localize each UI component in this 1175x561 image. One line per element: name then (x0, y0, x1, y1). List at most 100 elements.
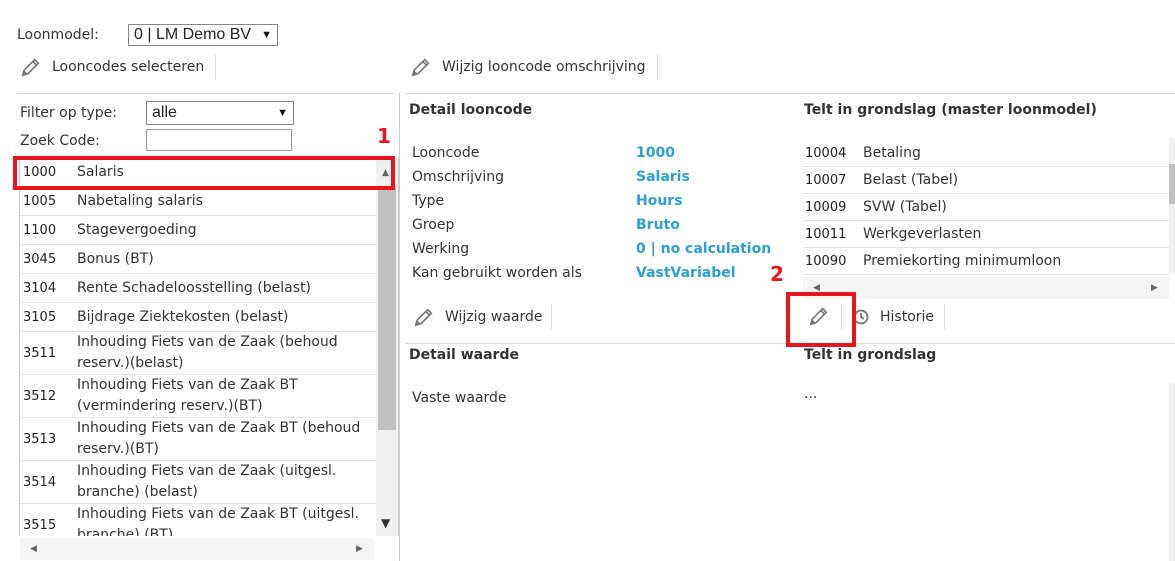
annotation-number-2: 2 (770, 262, 784, 286)
pencil-icon (414, 308, 433, 327)
list-item[interactable]: 3045 Bonus (BT) (20, 245, 376, 274)
list-item[interactable]: 3512 Inhouding Fiets van de Zaak BT (verm… (20, 375, 376, 418)
grondslag-desc: SVW (Tabel) (863, 199, 947, 215)
grondslag-code: 10004 (805, 145, 847, 161)
filter-type-value: alle (152, 104, 177, 121)
pencil-icon (21, 58, 40, 77)
toolbar-divider (551, 304, 552, 330)
horizontal-scrollbar[interactable]: ◀ ▶ (20, 538, 374, 560)
grondslag-placeholder: ... (804, 386, 818, 402)
vaste-waarde-label: Vaste waarde (412, 390, 507, 406)
list-item-desc: Inhouding Fiets van de Zaak (uitgesl. bra… (77, 463, 337, 500)
edit-description-button[interactable]: Wijzig looncode omschrijving (410, 55, 646, 79)
history-button[interactable]: Historie (851, 305, 934, 329)
loonmodel-select[interactable]: 0 | LM Demo BV ▼ (128, 24, 278, 46)
list-item-desc: Bijdrage Ziektekosten (belast) (77, 308, 289, 325)
section-divider (17, 93, 394, 94)
list-item-desc: Inhouding Fiets van de Zaak BT (behoud re… (77, 420, 361, 457)
select-codes-label: Looncodes selecteren (52, 59, 205, 75)
grondslag-master-title: Telt in grondslag (master loonmodel) (804, 102, 1097, 118)
list-item-code: 3105 (23, 309, 57, 325)
edit-value-label: Wijzig waarde (445, 309, 543, 325)
horizontal-scrollbar[interactable]: ◀ ▶ (803, 277, 1169, 299)
loonmodel-select-value: 0 | LM Demo BV (134, 26, 252, 43)
grondslag-code: 10090 (805, 253, 847, 269)
section-divider (405, 93, 1175, 94)
field-label: Type (412, 193, 445, 209)
list-item[interactable]: 1100 Stagevergoeding (20, 216, 376, 245)
list-item-code: 3104 (23, 280, 57, 296)
scroll-down-icon[interactable]: ▼ (381, 516, 390, 530)
list-item-desc: Stagevergoeding (77, 221, 197, 238)
list-item-code: 3045 (23, 251, 57, 267)
toolbar-divider (657, 54, 658, 80)
highlight-box-2 (786, 292, 856, 347)
list-item-code: 3513 (23, 431, 57, 447)
loonmodel-label: Loonmodel: (17, 27, 99, 43)
list-item-code: 1005 (23, 193, 57, 209)
grondslag-desc: Betaling (863, 145, 921, 161)
list-item-desc: Inhouding Fiets van de Zaak (behoud reser… (77, 334, 338, 371)
chevron-down-icon: ▼ (261, 29, 272, 41)
select-codes-button[interactable]: Looncodes selecteren (20, 55, 204, 79)
list-item[interactable]: 3105 Bijdrage Ziektekosten (belast) (20, 303, 376, 332)
edit-value-button[interactable]: Wijzig waarde (413, 305, 543, 329)
grondslag-title: Telt in grondslag (804, 347, 937, 363)
list-item-desc: Rente Schadeloosstelling (belast) (77, 279, 311, 296)
detail-looncode-title: Detail looncode (409, 102, 533, 118)
list-item[interactable]: 3513 Inhouding Fiets van de Zaak BT (beh… (20, 418, 376, 461)
list-item[interactable]: 3511 Inhouding Fiets van de Zaak (behoud… (20, 332, 376, 375)
field-value: Bruto (636, 217, 680, 233)
scroll-left-icon[interactable]: ◀ (30, 544, 37, 554)
edit-description-label: Wijzig looncode omschrijving (442, 59, 646, 75)
grondslag-code: 10011 (805, 226, 847, 242)
field-label: Werking (412, 241, 470, 257)
list-item-code: 3511 (23, 345, 57, 361)
search-code-input[interactable] (146, 129, 292, 151)
table-row[interactable]: 10009 SVW (Tabel) (803, 194, 1169, 221)
scroll-right-icon[interactable]: ▶ (1151, 283, 1158, 293)
grondslag-desc: Werkgeverlasten (863, 226, 982, 242)
field-label: Kan gebruikt worden als (412, 265, 582, 281)
pencil-icon (411, 58, 430, 77)
scrollbar-thumb[interactable] (1169, 164, 1175, 204)
table-row[interactable]: 10011 Werkgeverlasten (803, 221, 1169, 248)
list-item-code: 3512 (23, 388, 57, 404)
field-value: Hours (636, 193, 683, 209)
pane-divider (399, 93, 400, 561)
list-item-desc: Inhouding Fiets van de Zaak BT (uitgesl.… (77, 506, 359, 536)
table-row[interactable]: 10090 Premiekorting minimumloon (803, 248, 1169, 275)
vertical-scrollbar[interactable]: ▲ ▼ (376, 158, 398, 536)
scroll-right-icon[interactable]: ▶ (356, 544, 363, 554)
field-label: Looncode (412, 145, 480, 161)
list-item[interactable]: 3514 Inhouding Fiets van de Zaak (uitges… (20, 461, 376, 504)
vertical-scrollbar[interactable] (1169, 383, 1175, 561)
field-value: Salaris (636, 169, 690, 185)
list-item-code: 1100 (23, 222, 57, 238)
history-label: Historie (880, 309, 935, 325)
scrollbar-thumb[interactable] (378, 186, 396, 430)
search-code-label: Zoek Code: (20, 133, 100, 149)
toolbar-divider (944, 304, 945, 330)
table-row[interactable]: 10004 Betaling (803, 140, 1169, 167)
list-item[interactable]: 3515 Inhouding Fiets van de Zaak BT (uit… (20, 504, 376, 536)
field-value: 1000 (636, 145, 675, 161)
field-value: VastVariabel (636, 265, 736, 281)
highlight-box-1 (13, 156, 395, 190)
table-row[interactable]: 10007 Belast (Tabel) (803, 167, 1169, 194)
field-label: Omschrijving (412, 169, 504, 185)
grondslag-code: 10007 (805, 172, 847, 188)
list-item-code: 3514 (23, 474, 57, 490)
list-item-desc: Nabetaling salaris (77, 192, 203, 209)
annotation-number-1: 1 (377, 124, 391, 148)
chevron-down-icon: ▼ (277, 107, 288, 119)
list-item[interactable]: 1005 Nabetaling salaris (20, 187, 376, 216)
filter-type-select[interactable]: alle ▼ (146, 101, 294, 125)
list-item-code: 3515 (23, 517, 57, 533)
vertical-scrollbar[interactable] (1169, 138, 1175, 274)
list-item-desc: Inhouding Fiets van de Zaak BT (verminder… (77, 377, 298, 414)
grondslag-code: 10009 (805, 199, 847, 215)
list-item[interactable]: 3104 Rente Schadeloosstelling (belast) (20, 274, 376, 303)
grondslag-desc: Belast (Tabel) (863, 172, 959, 188)
filter-type-label: Filter op type: (20, 105, 118, 121)
